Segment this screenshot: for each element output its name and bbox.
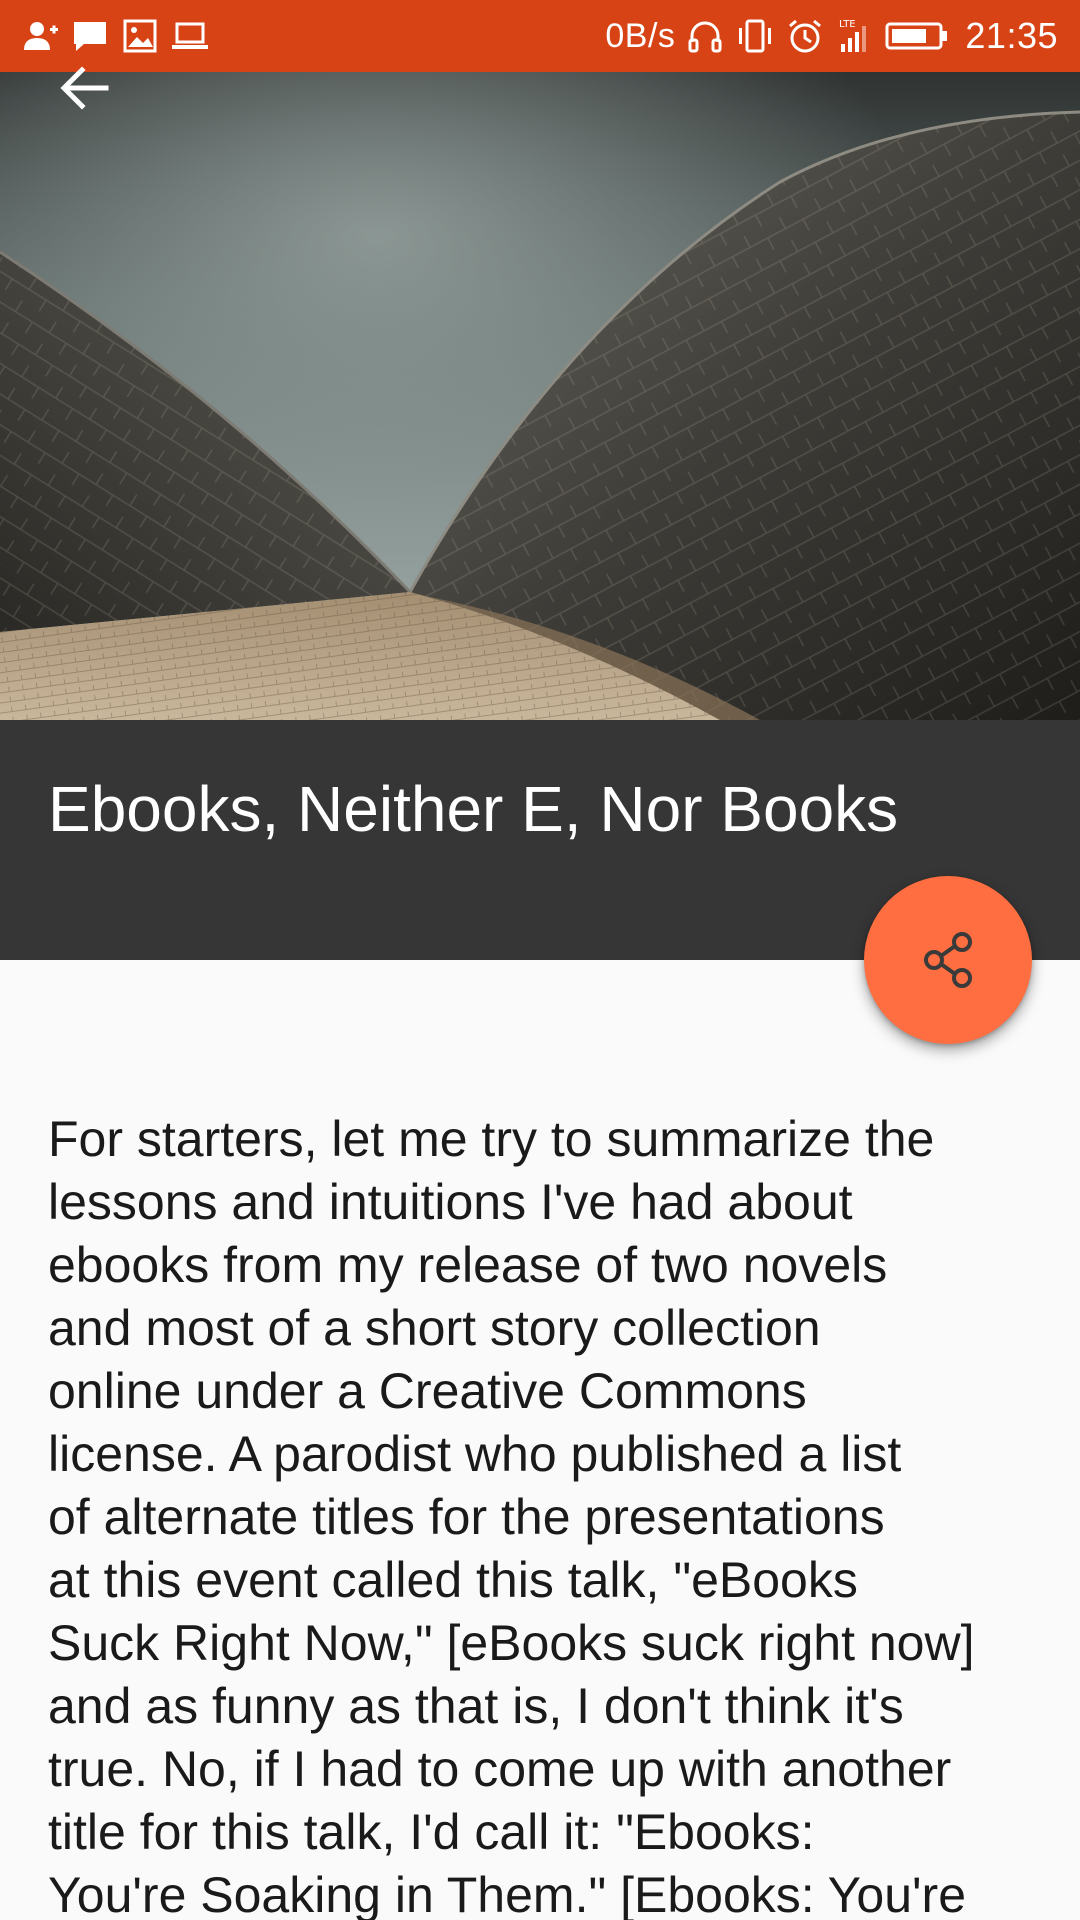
image-icon (120, 16, 160, 56)
laptop-icon (170, 16, 210, 56)
app-screen: 0B/s LTE 21:35 Ebooks, Neither E, Nor Bo… (0, 0, 1080, 1920)
body-line: For starters, let me try to summarize th… (48, 1111, 935, 1167)
body-line: You're Soaking in Them." [Ebooks: You're (48, 1867, 967, 1920)
body-line: Suck Right Now," [eBooks suck right now] (48, 1615, 975, 1671)
body-line: at this event called this talk, "eBooks (48, 1552, 858, 1608)
status-bar-system: 0B/s LTE 21:35 (605, 15, 1058, 57)
headset-icon (685, 16, 725, 56)
article-body: For starters, let me try to summarize th… (48, 1108, 1048, 1920)
share-icon (924, 932, 972, 988)
arrow-back-icon (60, 66, 109, 110)
signal-icon: LTE (835, 16, 875, 56)
share-button[interactable] (864, 876, 1032, 1044)
body-line: lessons and intuitions I've had about (48, 1174, 853, 1230)
body-line: true. No, if I had to come up with anoth… (48, 1741, 952, 1797)
status-bar-notifications (20, 16, 210, 56)
network-speed: 0B/s (605, 16, 676, 55)
vibrate-icon (735, 16, 775, 56)
body-line: of alternate titles for the presentation… (48, 1489, 885, 1545)
body-line: online under a Creative Commons (48, 1363, 807, 1419)
header-image (0, 72, 1080, 720)
body-line: ebooks from my release of two novels (48, 1237, 888, 1293)
article-title: Ebooks, Neither E, Nor Books (48, 773, 899, 845)
body-line: and most of a short story collection (48, 1300, 821, 1356)
clock: 21:35 (965, 15, 1058, 56)
status-bar: 0B/s LTE 21:35 (0, 0, 1080, 72)
body-line: and as funny as that is, I don't think i… (48, 1678, 904, 1734)
back-button[interactable] (48, 52, 120, 124)
body-line: title for this talk, I'd call it: "Ebook… (48, 1804, 815, 1860)
battery-icon (885, 16, 949, 56)
message-icon (70, 16, 110, 56)
body-line: license. A parodist who published a list (48, 1426, 902, 1482)
alarm-icon (785, 16, 825, 56)
network-type-label: LTE (839, 19, 856, 30)
add-user-icon (20, 16, 60, 56)
